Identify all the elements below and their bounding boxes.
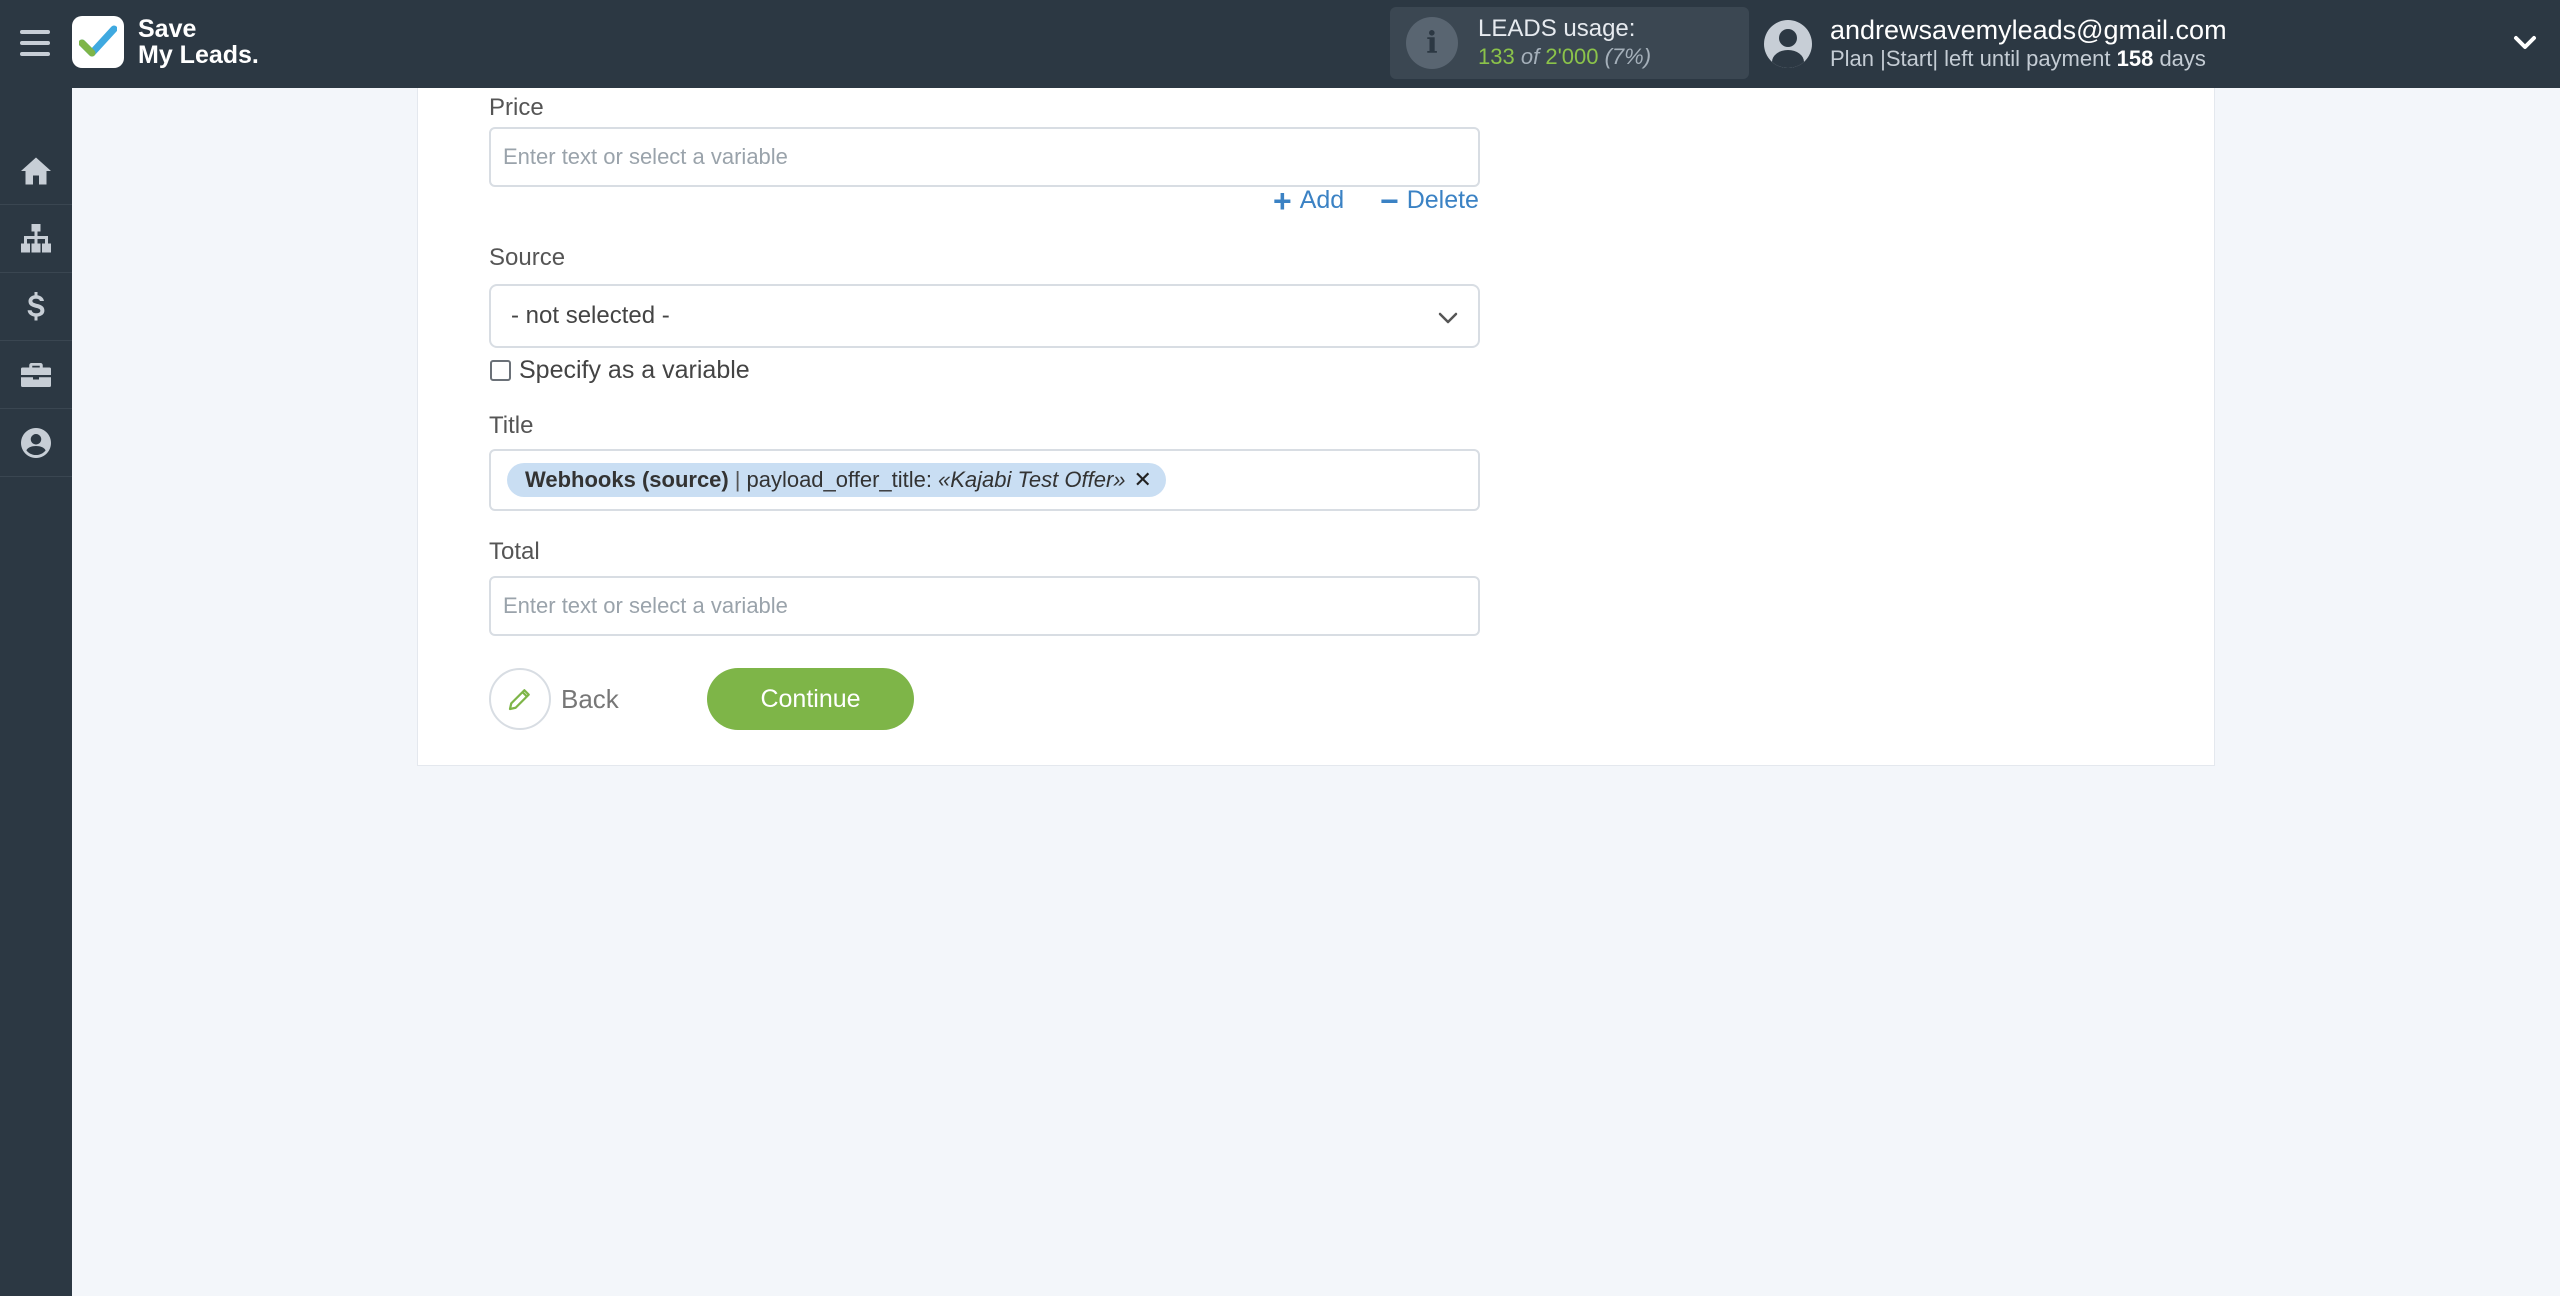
pencil-icon [489, 668, 551, 730]
dollar-icon [27, 291, 45, 320]
total-input[interactable] [489, 576, 1480, 636]
sidebar-item-profile[interactable] [0, 409, 72, 477]
variable-tag: Webhooks (source) | payload_offer_title:… [507, 463, 1166, 497]
logo-text: Save My Leads. [138, 15, 259, 69]
back-button[interactable]: Back [489, 668, 619, 730]
tag-value: «Kajabi Test Offer» [937, 467, 1126, 492]
logo-check-icon [72, 16, 124, 68]
price-input[interactable] [489, 127, 1480, 187]
total-label: Total [489, 538, 540, 565]
avatar[interactable] [1764, 20, 1812, 68]
remove-tag-icon[interactable]: ✕ [1134, 467, 1152, 493]
chevron-down-icon[interactable] [2510, 28, 2540, 58]
price-label: Price [489, 94, 544, 121]
sidebar-item-home[interactable] [0, 137, 72, 205]
user-circle-icon [21, 427, 52, 458]
specify-variable-row: Specify as a variable [490, 356, 750, 384]
chevron-down-icon [1438, 312, 1458, 324]
usage-label: LEADS usage: [1478, 15, 1636, 42]
usage-numbers: 133 of 2'000 (7%) [1478, 44, 1652, 69]
plus-icon: + [1273, 182, 1292, 219]
account-menu[interactable]: andrewsavemyleads@gmail.com Plan |Start|… [1764, 14, 2227, 74]
account-email: andrewsavemyleads@gmail.com [1830, 15, 2227, 45]
specify-variable-checkbox[interactable] [490, 359, 511, 381]
days-left: 158 [2116, 46, 2154, 71]
sidebar-item-billing[interactable] [0, 273, 72, 341]
minus-icon: − [1380, 182, 1399, 219]
info-icon[interactable]: i [1406, 17, 1458, 69]
sitemap-icon [21, 223, 51, 252]
menu-icon[interactable] [18, 26, 52, 60]
source-selected-value: - not selected - [511, 302, 670, 329]
home-icon [21, 157, 51, 184]
title-input[interactable]: Webhooks (source) | payload_offer_title:… [489, 449, 1480, 511]
sidebar-item-connections[interactable] [0, 205, 72, 273]
source-select[interactable]: - not selected - [489, 284, 1480, 348]
sidebar [0, 88, 72, 1296]
add-button[interactable]: + Add [1273, 182, 1344, 219]
delete-button[interactable]: − Delete [1380, 182, 1479, 219]
briefcase-icon [21, 362, 51, 387]
sidebar-item-tools[interactable] [0, 341, 72, 409]
usage-used: 133 [1478, 44, 1515, 69]
source-label: Source [489, 244, 566, 271]
tag-field: payload_offer_title: [746, 467, 932, 492]
title-label: Title [489, 412, 534, 439]
usage-percent: (7%) [1604, 44, 1652, 69]
specify-variable-label[interactable]: Specify as a variable [519, 356, 750, 385]
top-bar: Save My Leads. i LEADS usage: 133 of 2'0… [0, 0, 2560, 88]
usage-total: 2'000 [1545, 44, 1599, 69]
logo[interactable]: Save My Leads. [72, 14, 259, 70]
tag-source: Webhooks (source) [525, 467, 729, 492]
continue-button[interactable]: Continue [707, 668, 914, 730]
leads-usage-panel: i LEADS usage: 133 of 2'000 (7%) [1390, 7, 1749, 79]
plan-info: Plan |Start| left until payment 158 days [1830, 46, 2206, 71]
